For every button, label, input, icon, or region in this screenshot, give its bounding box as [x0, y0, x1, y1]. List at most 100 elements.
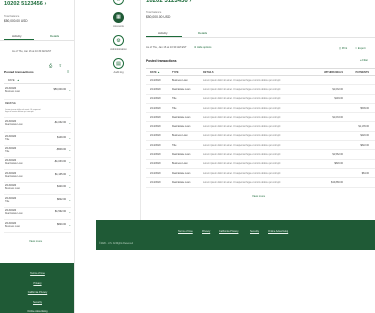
table-row[interactable]: 2/13/2020 Title Lorem ipsum dolor sit amet…: [146, 103, 375, 114]
table-row[interactable]: 2/13/2020 Real Estate Loan Lorem ipsum dol…: [146, 84, 375, 95]
nav-administration-button[interactable]: ⚙: [113, 35, 124, 46]
mobile-view-more-link[interactable]: View more: [29, 239, 42, 243]
mobile-tab-details[interactable]: Details: [50, 34, 59, 38]
nav-audit-log-label[interactable]: Audit log: [96, 71, 141, 74]
mobile-item-amount: $822.00: [56, 198, 66, 201]
cell-withdrawal: [316, 140, 349, 151]
footer-copyright-bar: ©2020 - U.S. All Rights Reserved: [96, 243, 375, 250]
nav-audit-log-button[interactable]: ▤: [113, 58, 124, 69]
chevron-down-icon[interactable]: ⌄: [68, 185, 71, 189]
mobile-list-item[interactable]: 2/13/2020 Business Loan $50,000.00 ⌄: [4, 86, 71, 100]
nav-accounts-label[interactable]: Accounts: [96, 25, 141, 28]
table-row[interactable]: 2/13/2020 Business Loan Lorem ipsum dolor …: [146, 131, 375, 142]
tab-details[interactable]: Details: [198, 31, 207, 35]
print-button[interactable]: ⎙ Print: [339, 47, 347, 50]
chevron-down-icon[interactable]: ⌄: [68, 136, 71, 140]
mobile-list-item[interactable]: 2/13/2020 Real Estate Loan $1,562.00 ⌄: [4, 208, 71, 220]
cell-withdrawal: $149.00: [316, 94, 349, 104]
table-row[interactable]: 2/13/2020 Real Estate Loan Lorem ipsum dol…: [146, 177, 375, 188]
cell-payment: $1,135.00: [349, 121, 375, 132]
mobile-list-item[interactable]: 2/13/2020 Title $149.00 ⌄: [4, 134, 71, 146]
mobile-list-item[interactable]: 2/13/2020 Business Loan $420.00 ⌄: [4, 183, 71, 195]
mobile-item-type: Real Estate Loan: [5, 212, 23, 215]
column-header-details: DETAILS: [199, 68, 316, 76]
mobile-list-item[interactable]: REMOVE Lorem ipsum dolor sit amet. Ut asp…: [4, 101, 71, 118]
total-balance-label: Total balance: [146, 11, 162, 14]
column-header-type[interactable]: TYPE: [168, 68, 199, 76]
table-row[interactable]: 2/13/2020 Real Estate Loan Lorem ipsum dol…: [146, 112, 375, 123]
chevron-down-icon[interactable]: ⌄: [68, 160, 71, 164]
cell-type: Real Estate Loan: [168, 177, 199, 188]
hide-options-link[interactable]: ⚙ Hide options: [194, 46, 211, 49]
home-icon: ⌂: [116, 0, 121, 3]
table-row[interactable]: 2/13/2020 Business Loan Lorem ipsum dolor …: [146, 159, 375, 169]
chevron-down-icon[interactable]: ⌄: [68, 198, 71, 202]
mobile-list-item[interactable]: 2/13/2020 Real Estate Loan -$1,033.00 ⌄: [4, 158, 71, 170]
footer-security-link[interactable]: Security: [250, 230, 259, 233]
chevron-down-icon[interactable]: ⌄: [68, 173, 71, 177]
nav-accounts-button[interactable]: ▦: [113, 12, 124, 23]
mobile-item-action[interactable]: REMOVE: [5, 102, 16, 105]
cell-payment: [349, 75, 375, 86]
mobile-footer-california-privacy[interactable]: California Privacy: [0, 291, 74, 294]
mobile-list-item[interactable]: 2/13/2020 Business Loan $820.00 ⌄: [4, 221, 71, 233]
column-header-date[interactable]: DATE ▲: [146, 68, 168, 76]
mobile-tab-activity[interactable]: Activity: [12, 34, 22, 38]
column-header-withdrawals[interactable]: WITHDRAWALS: [316, 68, 349, 76]
cell-payment: $420.00: [349, 131, 375, 142]
mobile-footer-terms[interactable]: Terms of Use: [0, 272, 74, 275]
print-icon[interactable]: ⎙: [49, 63, 52, 68]
chevron-down-icon[interactable]: ⌄: [68, 210, 71, 214]
footer-terms-link[interactable]: Terms of Use: [178, 230, 193, 233]
chevron-down-icon[interactable]: ⌄: [68, 88, 71, 92]
cell-type: Real Estate Loan: [168, 149, 199, 160]
cell-type: Title: [168, 140, 199, 151]
mobile-list-item[interactable]: 2/13/2020 Title -$509.00 ⌄: [4, 146, 71, 158]
mobile-footer-privacy[interactable]: Privacy: [0, 282, 74, 285]
column-header-payments[interactable]: PAYMENTS: [349, 68, 375, 76]
mobile-footer-security[interactable]: Security: [0, 301, 74, 304]
cell-withdrawal: $820.00: [316, 159, 349, 169]
cell-payment: [349, 94, 375, 104]
mobile-list-item[interactable]: 2/13/2020 Real Estate Loan $1,135.00 ⌄: [4, 171, 71, 183]
footer-privacy-link[interactable]: Privacy: [202, 230, 210, 233]
mobile-as-of: As of Thu, Jan 16 at 10:30 AM EST: [12, 50, 52, 53]
mobile-list-item[interactable]: 2/13/2020 Real Estate Loan -$1,032.00 ⌄: [4, 119, 71, 133]
export-button[interactable]: ⇪ Export: [355, 47, 365, 50]
filter-button[interactable]: ≡ Filter: [360, 59, 368, 62]
cell-withdrawal: [316, 103, 349, 114]
table-row[interactable]: 2/13/2020 Real Estate Loan Lorem ipsum dol…: [146, 149, 375, 160]
footer-online-advertising-link[interactable]: Online Advertising: [268, 230, 288, 233]
mobile-account-number[interactable]: 10202 5123456 ›: [4, 1, 46, 7]
chevron-down-icon[interactable]: ⌄: [68, 223, 71, 227]
mobile-item-amount: $820.00: [56, 223, 66, 226]
table-row[interactable]: 2/13/2020 Business Loan Lorem ipsum dolor …: [146, 75, 375, 86]
date-header-label: DATE: [150, 70, 157, 74]
nav-administration-label[interactable]: Administration: [96, 48, 141, 51]
hide-options-label: Hide options: [197, 46, 212, 49]
chevron-down-icon[interactable]: ⌄: [68, 148, 71, 152]
mobile-item-type: Business Loan: [5, 90, 21, 93]
table-row[interactable]: 2/13/2020 Real Estate Loan Lorem ipsum dol…: [146, 121, 375, 132]
account-number[interactable]: 10202 5123456 ›: [146, 0, 191, 4]
cell-payment: [349, 112, 375, 123]
chevron-down-icon[interactable]: ⌄: [68, 121, 71, 125]
export-label: Export: [357, 47, 366, 50]
table-row[interactable]: 2/13/2020 Title Lorem ipsum dolor sit amet…: [146, 94, 375, 104]
filter-icon[interactable]: ≡: [67, 69, 69, 74]
mobile-item-type: Real Estate Loan: [5, 123, 23, 126]
mobile-list-item[interactable]: 2/13/2020 Title $822.00 ⌄: [4, 196, 71, 208]
mobile-table-header[interactable]: DATE ▲: [4, 77, 71, 84]
nav-top-partial-button[interactable]: ⌂: [113, 0, 124, 5]
mobile-account-number-text: 10202 5123456: [4, 1, 43, 7]
mobile-item-type: Real Estate Loan: [5, 175, 23, 178]
table-row[interactable]: 2/13/2020 Title Lorem ipsum dolor sit amet…: [146, 140, 375, 151]
footer-california-privacy-link[interactable]: California Privacy: [219, 230, 238, 233]
tab-activity[interactable]: Activity: [158, 31, 168, 35]
table-row[interactable]: 2/13/2020 Real Estate Loan Lorem ipsum dol…: [146, 168, 375, 179]
view-more-link[interactable]: View more: [252, 194, 265, 198]
export-icon[interactable]: ⇪: [59, 63, 62, 68]
mobile-item-type: Title: [5, 200, 10, 203]
cell-details: Lorem ipsum dolor sit amet. Ut aspernat …: [199, 140, 316, 151]
mobile-total-balance: $50,000.00 USD: [4, 19, 28, 23]
